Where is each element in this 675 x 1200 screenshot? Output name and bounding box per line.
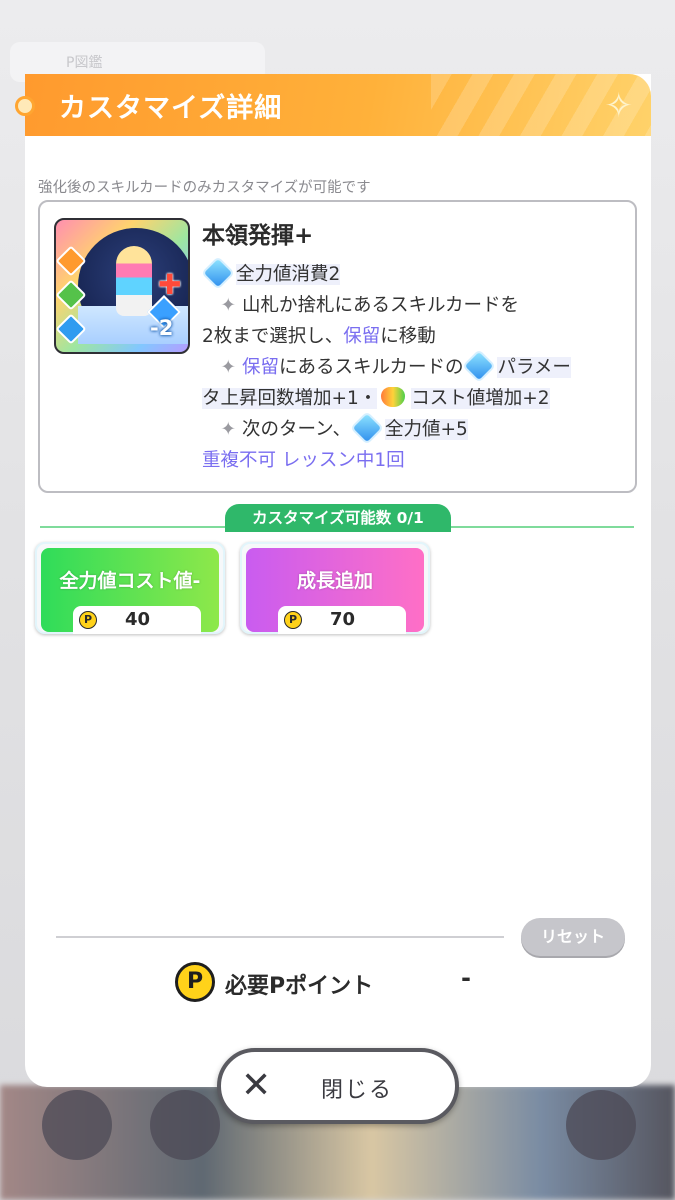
skill-card-image[interactable]: ✚ -2 bbox=[54, 218, 190, 354]
option-label: 成長追加 bbox=[296, 570, 373, 592]
customize-dialog: カスタマイズ詳細 ✧ 強化後のスキルカードのみカスタマイズが可能です ✚ -2 … bbox=[15, 74, 651, 1087]
customize-hint: 強化後のスキルカードのみカスタマイズが可能です bbox=[38, 180, 371, 196]
reset-button[interactable]: リセット bbox=[521, 918, 625, 956]
effect-line-3: 2枚まで選択し、保留に移動 bbox=[202, 326, 436, 347]
option-growth-add[interactable]: 成長追加 P 70 bbox=[240, 542, 430, 634]
keyword-hold[interactable]: 保留 bbox=[343, 326, 380, 347]
required-points-label: 必要Pポイント bbox=[225, 974, 374, 999]
option-cost-value: 40 bbox=[125, 609, 151, 630]
sparkle-icon: ✧ bbox=[604, 86, 634, 126]
dialog-header: カスタマイズ詳細 ✧ bbox=[25, 74, 651, 136]
option-label: 全力値コスト値- bbox=[59, 570, 201, 592]
footer-divider bbox=[56, 936, 504, 938]
option-cost: P 70 bbox=[278, 606, 406, 634]
close-icon: ✕ bbox=[241, 1065, 272, 1106]
close-label: 閉じる bbox=[321, 1078, 394, 1103]
customize-count-badge: カスタマイズ可能数 0/1 bbox=[225, 504, 451, 532]
menu-icon bbox=[566, 1090, 636, 1160]
home-icon bbox=[42, 1090, 112, 1160]
parameter-icon bbox=[465, 351, 494, 381]
dialog-title: カスタマイズ詳細 bbox=[59, 93, 283, 124]
effect-line-1: 全力値消費2 bbox=[202, 258, 341, 288]
close-button[interactable]: ✕ 閉じる bbox=[217, 1048, 459, 1124]
option-full-power-cost[interactable]: 全力値コスト値- P 40 bbox=[35, 542, 225, 634]
skill-card-panel: ✚ -2 本領発揮+ 全力値消費2 ✦ 山札か捨札にあるスキルカードを 2枚まで選… bbox=[38, 200, 637, 493]
bullet-star-icon: ✦ bbox=[202, 295, 237, 316]
effect-line-2: ✦ 山札か捨札にあるスキルカードを bbox=[202, 295, 519, 316]
required-points-value: - bbox=[461, 964, 471, 992]
p-coin-icon: P bbox=[79, 611, 97, 629]
bullet-star-icon: ✦ bbox=[202, 357, 237, 378]
p-coin-icon: P bbox=[175, 962, 215, 1002]
keyword-hold[interactable]: 保留 bbox=[242, 357, 279, 378]
skill-card-name: 本領発揮+ bbox=[202, 223, 314, 249]
effect-limit-note: 重複不可 レッスン中1回 bbox=[202, 450, 405, 471]
effect-line-5: タ上昇回数増加+1・ コスト値増加+2 bbox=[202, 387, 550, 409]
header-dot-icon bbox=[15, 96, 35, 116]
card-cost: -2 bbox=[150, 316, 174, 340]
background-card-label: P図鑑 bbox=[66, 55, 103, 71]
option-cost: P 40 bbox=[73, 606, 201, 634]
full-power-icon bbox=[352, 413, 382, 443]
heart-icon bbox=[381, 387, 406, 407]
option-cost-value: 70 bbox=[330, 609, 356, 630]
effect-line-6: ✦ 次のターン、 全力値+5 bbox=[202, 413, 468, 443]
full-power-icon bbox=[203, 258, 233, 288]
p-coin-icon: P bbox=[284, 611, 302, 629]
bullet-star-icon: ✦ bbox=[202, 419, 237, 440]
effect-line-4: ✦ 保留にあるスキルカードの パラメー bbox=[202, 351, 571, 381]
background-nav-icon bbox=[150, 1090, 220, 1160]
